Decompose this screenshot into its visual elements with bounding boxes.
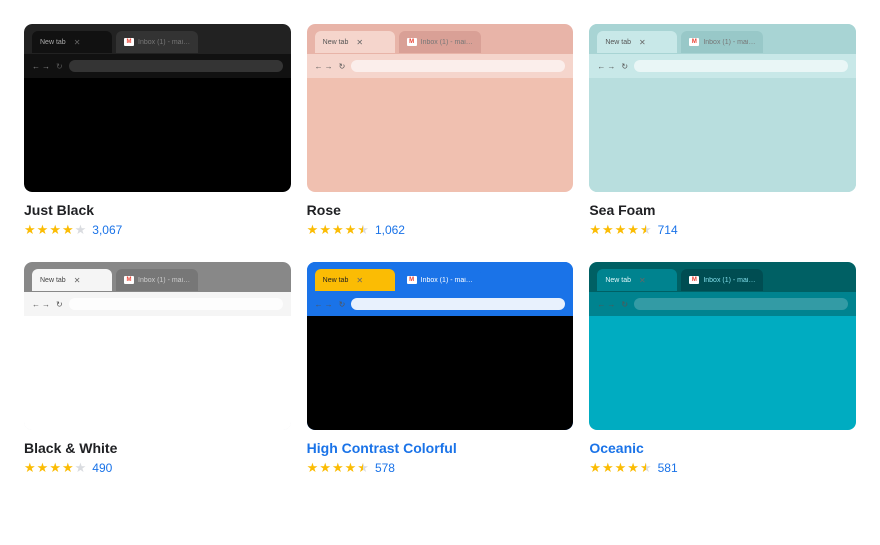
star-filled: ★ [49, 222, 61, 238]
theme-card-just-black[interactable]: New tab ✕ M Inbox (1) - mai… ← → ↻ [24, 24, 291, 238]
star-filled: ★ [332, 222, 344, 238]
star-filled: ★ [62, 222, 74, 238]
stars-container: ★★★★★ [589, 222, 651, 238]
star-half: ★ [357, 222, 369, 238]
star-half: ★ [640, 222, 652, 238]
themes-grid: New tab ✕ M Inbox (1) - mai… ← → ↻ [8, 16, 872, 484]
theme-card-high-contrast-colorful[interactable]: New tab ✕ M Inbox (1) - mai… ← → ↻ [307, 262, 574, 476]
theme-rating: ★★★★★ 1,062 [307, 222, 574, 238]
theme-image: New tab ✕ M Inbox (1) - mai… ← → ↻ [307, 24, 574, 192]
star-filled: ★ [319, 460, 331, 476]
star-filled: ★ [307, 460, 319, 476]
star-filled: ★ [319, 222, 331, 238]
star-filled: ★ [24, 222, 36, 238]
rating-count: 578 [375, 461, 395, 475]
rating-count: 3,067 [92, 223, 122, 237]
star-filled: ★ [589, 460, 601, 476]
theme-title: Sea Foam [589, 202, 856, 218]
theme-rating: ★★★★★ 714 [589, 222, 856, 238]
theme-image: New tab ✕ M Inbox (1) - mai… ← → ↻ [24, 24, 291, 192]
theme-image: New tab ✕ M Inbox (1) - mai… ← → ↻ [24, 262, 291, 430]
stars-container: ★★★★★ [307, 460, 369, 476]
star-filled: ★ [627, 222, 639, 238]
star-filled: ★ [307, 222, 319, 238]
theme-rating: ★★★★★ 578 [307, 460, 574, 476]
star-filled: ★ [602, 222, 614, 238]
theme-title: High Contrast Colorful [307, 440, 574, 456]
theme-title: Black & White [24, 440, 291, 456]
star-filled: ★ [345, 460, 357, 476]
theme-rating: ★★★★★ 3,067 [24, 222, 291, 238]
star-filled: ★ [615, 222, 627, 238]
stars-container: ★★★★★ [307, 222, 369, 238]
theme-rating: ★★★★★ 490 [24, 460, 291, 476]
rating-count: 1,062 [375, 223, 405, 237]
star-filled: ★ [589, 222, 601, 238]
star-filled: ★ [37, 460, 49, 476]
star-filled: ★ [602, 460, 614, 476]
star-filled: ★ [24, 460, 36, 476]
theme-image: New tab ✕ M Inbox (1) - mai… ← → ↻ [589, 24, 856, 192]
star-filled: ★ [627, 460, 639, 476]
stars-container: ★★★★★ [589, 460, 651, 476]
star-filled: ★ [49, 460, 61, 476]
star-half: ★ [357, 460, 369, 476]
stars-container: ★★★★★ [24, 222, 86, 238]
stars-container: ★★★★★ [24, 460, 86, 476]
star-filled: ★ [37, 222, 49, 238]
theme-card-sea-foam[interactable]: New tab ✕ M Inbox (1) - mai… ← → ↻ [589, 24, 856, 238]
theme-image: New tab ✕ M Inbox (1) - mai… ← → ↻ [307, 262, 574, 430]
theme-image: New tab ✕ M Inbox (1) - mai… ← → ↻ [589, 262, 856, 430]
star-filled: ★ [332, 460, 344, 476]
theme-card-oceanic[interactable]: New tab ✕ M Inbox (1) - mai… ← → ↻ [589, 262, 856, 476]
star-filled: ★ [345, 222, 357, 238]
rating-count: 714 [658, 223, 678, 237]
rating-count: 490 [92, 461, 112, 475]
theme-rating: ★★★★★ 581 [589, 460, 856, 476]
star-filled: ★ [615, 460, 627, 476]
star-empty: ★ [75, 460, 87, 476]
theme-card-rose[interactable]: New tab ✕ M Inbox (1) - mai… ← → ↻ [307, 24, 574, 238]
theme-title: Rose [307, 202, 574, 218]
star-empty: ★ [75, 222, 87, 238]
theme-title: Just Black [24, 202, 291, 218]
rating-count: 581 [658, 461, 678, 475]
star-filled: ★ [62, 460, 74, 476]
theme-card-black-white[interactable]: New tab ✕ M Inbox (1) - mai… ← → ↻ [24, 262, 291, 476]
star-half: ★ [640, 460, 652, 476]
theme-title: Oceanic [589, 440, 856, 456]
